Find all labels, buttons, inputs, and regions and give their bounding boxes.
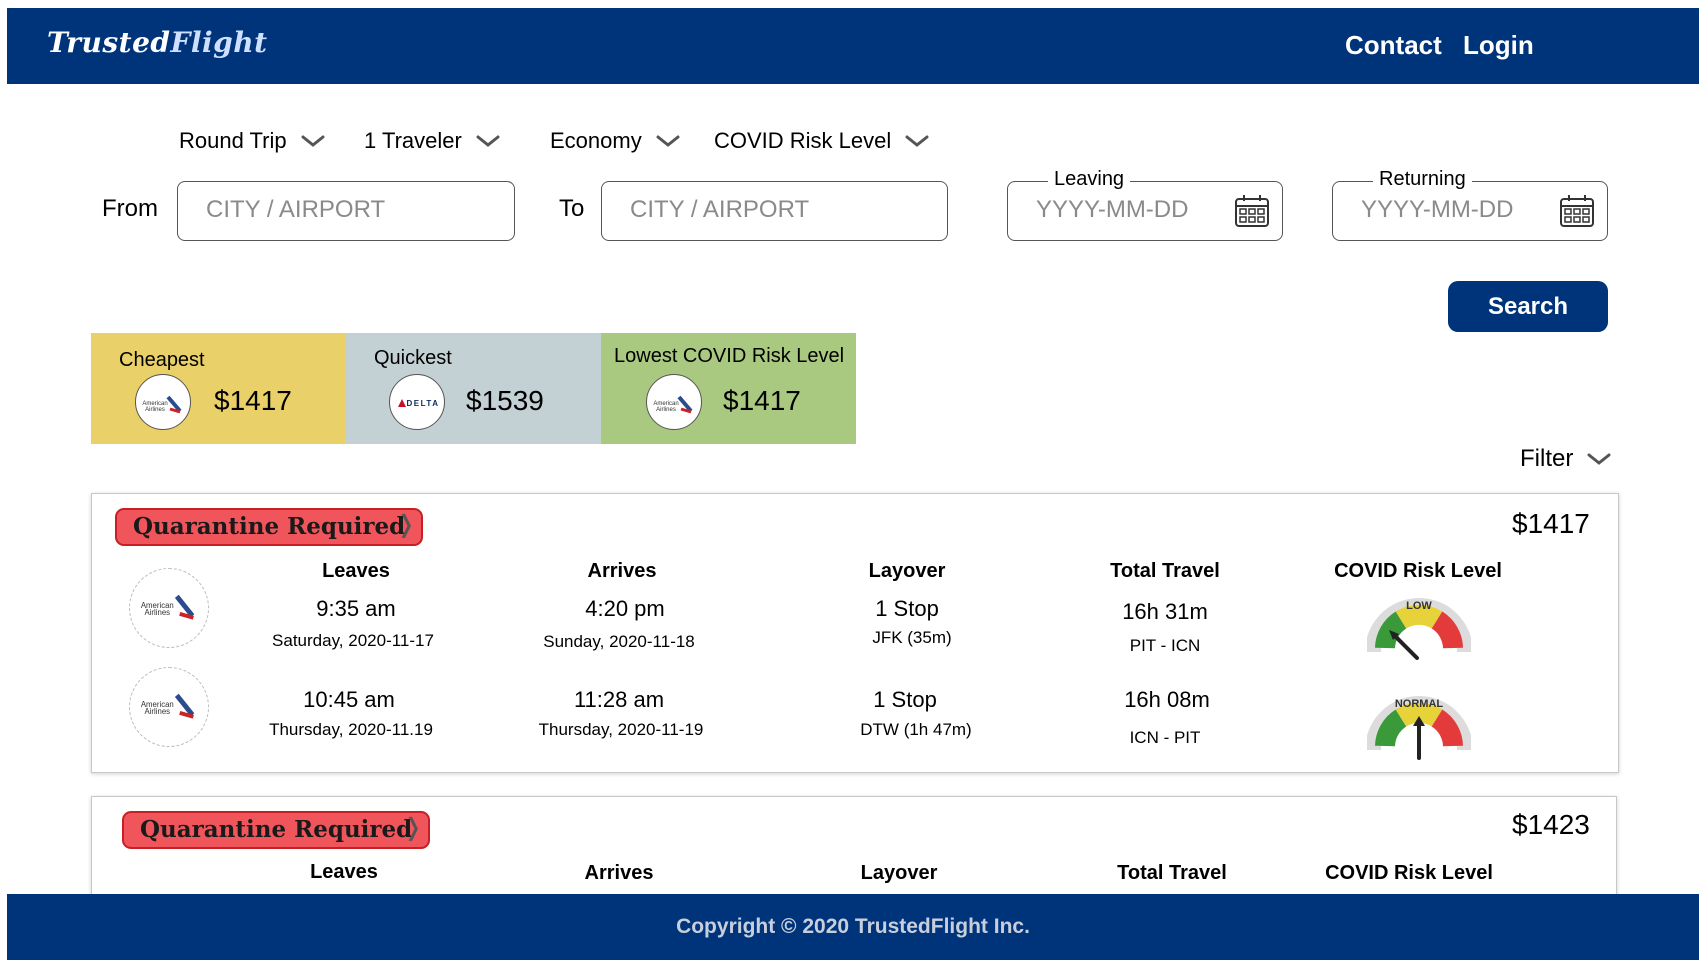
svg-text:Airlines: Airlines — [145, 608, 171, 617]
chevron-down-icon — [656, 135, 680, 147]
gauge-label: NORMAL — [1395, 698, 1444, 710]
footer: Copyright © 2020 TrustedFlight Inc. — [7, 894, 1699, 960]
summary-card-price: $1417 — [214, 385, 292, 416]
leave-date: Thursday, 2020-11.19 — [269, 720, 433, 739]
summary-card-price: $1417 — [723, 385, 801, 416]
from-label: From — [102, 195, 158, 222]
cheapest-card[interactable]: Cheapest American Airlines $1417 — [91, 333, 346, 444]
stops-count: 1 Stop — [873, 687, 937, 712]
brand-name-part1: Trusted — [47, 26, 171, 59]
travelers-dropdown[interactable]: 1 Traveler — [364, 128, 500, 154]
to-label: To — [559, 195, 585, 222]
arrives-header: Arrives — [587, 560, 657, 582]
covid-risk-gauge-low-icon: LOW — [1367, 598, 1471, 660]
copyright-text: Copyright © 2020 TrustedFlight Inc. — [676, 915, 1030, 938]
american-airlines-logo: American Airlines — [129, 667, 209, 747]
result-price: $1417 — [1512, 508, 1590, 539]
leave-time: 10:45 am — [303, 687, 395, 712]
returning-label: Returning — [1373, 168, 1472, 191]
stops-count: 1 Stop — [875, 596, 939, 621]
search-button[interactable]: Search — [1448, 281, 1608, 332]
summary-card-title: Lowest COVID Risk Level — [614, 345, 845, 367]
arrives-header: Arrives — [584, 862, 654, 884]
cabin-class-value: Economy — [550, 128, 642, 153]
covid-risk-value: COVID Risk Level — [714, 128, 892, 153]
chevron-down-icon — [301, 135, 325, 147]
travel-duration: 16h 08m — [1124, 687, 1210, 712]
brand-logo[interactable]: TrustedFlight — [47, 26, 268, 59]
flight-result-card[interactable]: Quarantine Required ❭ $1417 Leaves Arriv… — [91, 493, 1619, 773]
to-field[interactable] — [601, 181, 948, 241]
gauge-label: LOW — [1406, 600, 1432, 612]
svg-text:Airlines: Airlines — [656, 407, 676, 413]
calendar-icon[interactable] — [1559, 194, 1595, 228]
american-airlines-logo: American Airlines — [135, 374, 191, 430]
arrive-date: Sunday, 2020-11-18 — [543, 632, 695, 651]
arrive-time: 4:20 pm — [585, 596, 665, 621]
chevron-down-icon — [905, 135, 929, 147]
leaves-header: Leaves — [310, 861, 378, 883]
covid-risk-header: COVID Risk Level — [1334, 560, 1502, 582]
arrive-date: Thursday, 2020-11-19 — [538, 720, 704, 739]
filter-dropdown[interactable]: Filter — [1520, 445, 1611, 473]
chevron-down-icon — [1587, 453, 1611, 465]
travel-duration: 16h 31m — [1122, 599, 1208, 624]
svg-text:DELTA: DELTA — [407, 399, 440, 408]
top-navbar: TrustedFlight Contact Login — [7, 8, 1699, 84]
login-link[interactable]: Login — [1463, 30, 1534, 61]
calendar-icon[interactable] — [1234, 194, 1270, 228]
quickest-card[interactable]: Quickest DELTA $1539 — [346, 333, 601, 444]
american-airlines-logo: American Airlines — [646, 374, 702, 430]
leaves-header: Leaves — [322, 560, 390, 582]
leaving-label: Leaving — [1048, 168, 1131, 191]
svg-text:Airlines: Airlines — [145, 407, 165, 413]
layover-airport: DTW (1h 47m) — [860, 720, 972, 739]
from-input[interactable] — [206, 196, 466, 224]
summary-card-title: Quickest — [374, 347, 452, 369]
summary-card-title: Cheapest — [119, 349, 205, 371]
cabin-class-dropdown[interactable]: Economy — [550, 128, 680, 154]
layover-header: Layover — [868, 560, 946, 582]
summary-card-price: $1539 — [466, 385, 544, 416]
covid-risk-dropdown[interactable]: COVID Risk Level — [714, 128, 929, 154]
route: PIT - ICN — [1129, 636, 1201, 655]
leaving-date-field[interactable]: Leaving — [1007, 168, 1283, 241]
quarantine-required-badge: Quarantine Required — [122, 811, 431, 849]
total-travel-header: Total Travel — [1117, 862, 1227, 884]
chevron-right-icon[interactable]: ❭ — [403, 813, 423, 842]
delta-logo: DELTA — [389, 374, 445, 430]
route: ICN - PIT — [1129, 728, 1201, 747]
trip-type-dropdown[interactable]: Round Trip — [179, 128, 325, 154]
lowest-covid-risk-card[interactable]: Lowest COVID Risk Level American Airlines… — [601, 333, 856, 444]
layover-airport: JFK (35m) — [872, 628, 952, 647]
covid-risk-header: COVID Risk Level — [1325, 862, 1493, 884]
chevron-down-icon — [476, 135, 500, 147]
layover-header: Layover — [860, 862, 938, 884]
result-price: $1423 — [1512, 809, 1590, 840]
contact-link[interactable]: Contact — [1345, 30, 1442, 61]
from-field[interactable] — [177, 181, 515, 241]
leaving-date-input[interactable] — [1036, 196, 1216, 224]
filter-label: Filter — [1520, 445, 1574, 472]
american-airlines-logo: American Airlines — [129, 568, 209, 648]
to-input[interactable] — [630, 196, 890, 224]
travelers-value: 1 Traveler — [364, 128, 462, 153]
returning-date-field[interactable]: Returning — [1332, 168, 1608, 241]
chevron-right-icon[interactable]: ❭ — [396, 510, 416, 539]
arrive-time: 11:28 am — [573, 687, 665, 712]
covid-risk-gauge-normal-icon: NORMAL — [1367, 696, 1471, 760]
returning-date-input[interactable] — [1361, 196, 1541, 224]
leave-time: 9:35 am — [316, 596, 396, 621]
brand-name-part2: Flight — [170, 26, 268, 59]
quarantine-required-badge: Quarantine Required — [115, 508, 424, 546]
total-travel-header: Total Travel — [1110, 560, 1220, 582]
leave-date: Saturday, 2020-11-17 — [272, 631, 434, 650]
svg-text:Airlines: Airlines — [145, 707, 171, 716]
trip-type-value: Round Trip — [179, 128, 287, 153]
